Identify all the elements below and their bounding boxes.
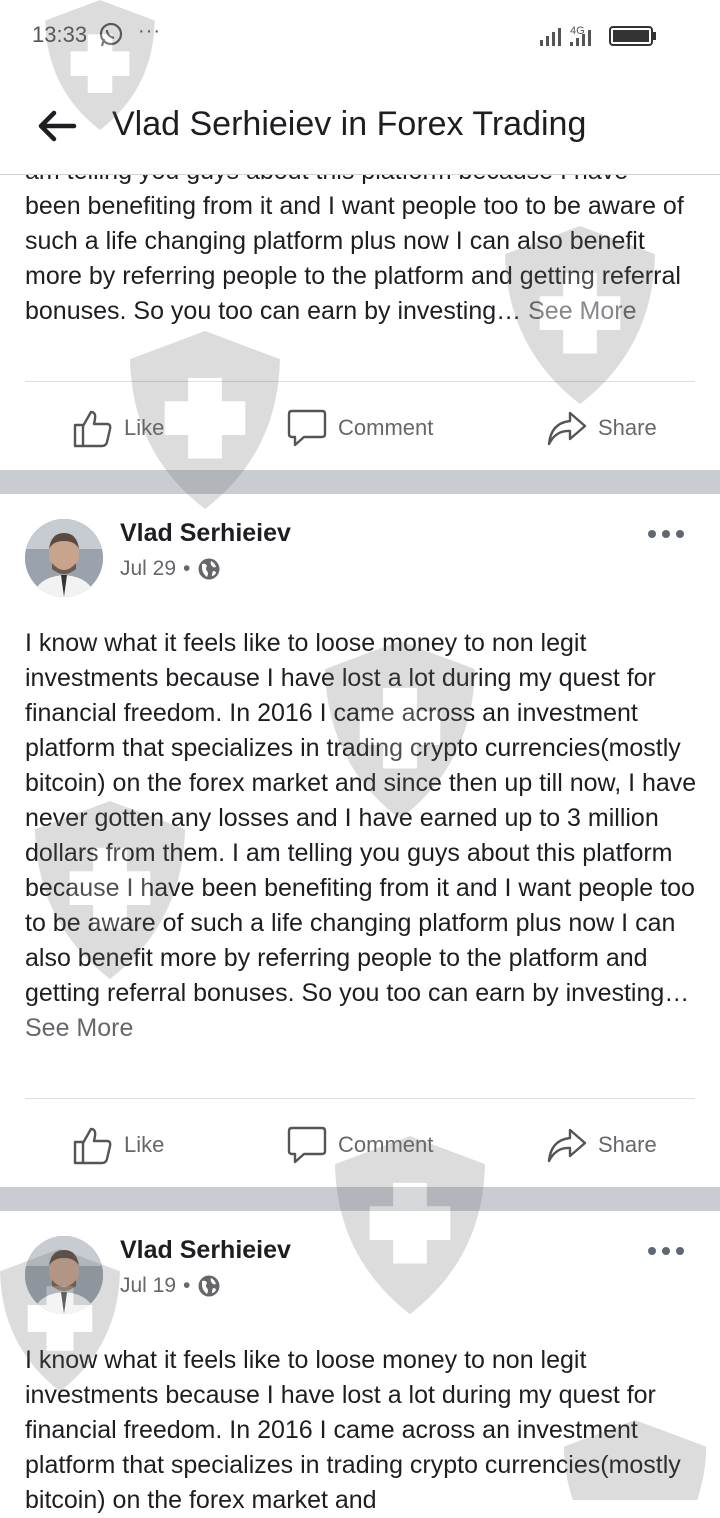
avatar-photo (25, 1236, 103, 1314)
like-button[interactable]: Like (72, 1115, 164, 1175)
signal-battery-icons: 4G (540, 25, 656, 46)
author-name[interactable]: Vlad Serhieiev (120, 519, 291, 548)
see-more-link[interactable]: See More (25, 1014, 133, 1042)
post-actions: Like Comment Share (0, 1115, 720, 1175)
comment-icon (287, 1126, 327, 1164)
avatar[interactable] (25, 519, 103, 597)
whatsapp-icon (99, 22, 123, 47)
comment-button[interactable]: Comment (286, 398, 433, 458)
post-body: I know what it feels like to loose money… (25, 626, 705, 1046)
share-icon (547, 1128, 587, 1163)
like-icon (73, 410, 112, 448)
battery-icon (609, 26, 656, 46)
like-button[interactable]: Like (72, 398, 164, 458)
avatar-photo (25, 519, 103, 597)
more-notifications-icon: ··· (138, 20, 161, 42)
share-button[interactable]: Share (546, 1115, 657, 1175)
post-date[interactable]: Jul 19 (120, 1274, 176, 1298)
share-icon (547, 411, 587, 446)
post-separator (0, 470, 720, 494)
status-bar: 13:33 ··· 4G (0, 0, 720, 76)
post-meta: Jul 19 • (120, 1274, 221, 1298)
comment-button[interactable]: Comment (286, 1115, 433, 1175)
globe-icon (198, 558, 220, 580)
comment-icon (287, 409, 327, 447)
divider (25, 1098, 695, 1099)
share-label: Share (598, 415, 657, 440)
more-options-icon[interactable] (646, 1241, 686, 1261)
like-label: Like (124, 415, 165, 440)
post-actions: Like Comment Share (0, 398, 720, 458)
page-title: Vlad Serhieiev in Forex Trading (112, 105, 587, 143)
post-body: been benefiting from it and I want peopl… (25, 189, 705, 329)
author-name[interactable]: Vlad Serhieiev (120, 1236, 291, 1265)
post-meta: Jul 29 • (120, 557, 221, 581)
like-icon (73, 1127, 112, 1165)
post-body: I know what it feels like to loose money… (25, 1343, 705, 1518)
group-feed: am telling you guys about this platform … (0, 0, 720, 1514)
post-text: I know what it feels like to loose money… (25, 629, 697, 1007)
share-label: Share (598, 1132, 657, 1157)
meta-separator: • (183, 557, 191, 580)
post-separator (0, 1187, 720, 1211)
signal-icon (540, 28, 561, 46)
globe-icon (198, 1275, 220, 1297)
more-options-icon[interactable] (646, 524, 686, 544)
like-label: Like (124, 1132, 165, 1157)
arrow-left-icon[interactable] (34, 104, 78, 148)
share-button[interactable]: Share (546, 398, 657, 458)
status-time: 13:33 (32, 22, 88, 47)
avatar[interactable] (25, 1236, 103, 1314)
post-date[interactable]: Jul 29 (120, 557, 176, 581)
see-more-link[interactable]: See More (528, 297, 636, 325)
post-text: I know what it feels like to loose money… (25, 1346, 681, 1514)
comment-label: Comment (338, 415, 434, 440)
comment-label: Comment (338, 1132, 434, 1157)
meta-separator: • (183, 1274, 191, 1297)
divider (25, 381, 695, 382)
app-bar: Vlad Serhieiev in Forex Trading (0, 76, 720, 175)
